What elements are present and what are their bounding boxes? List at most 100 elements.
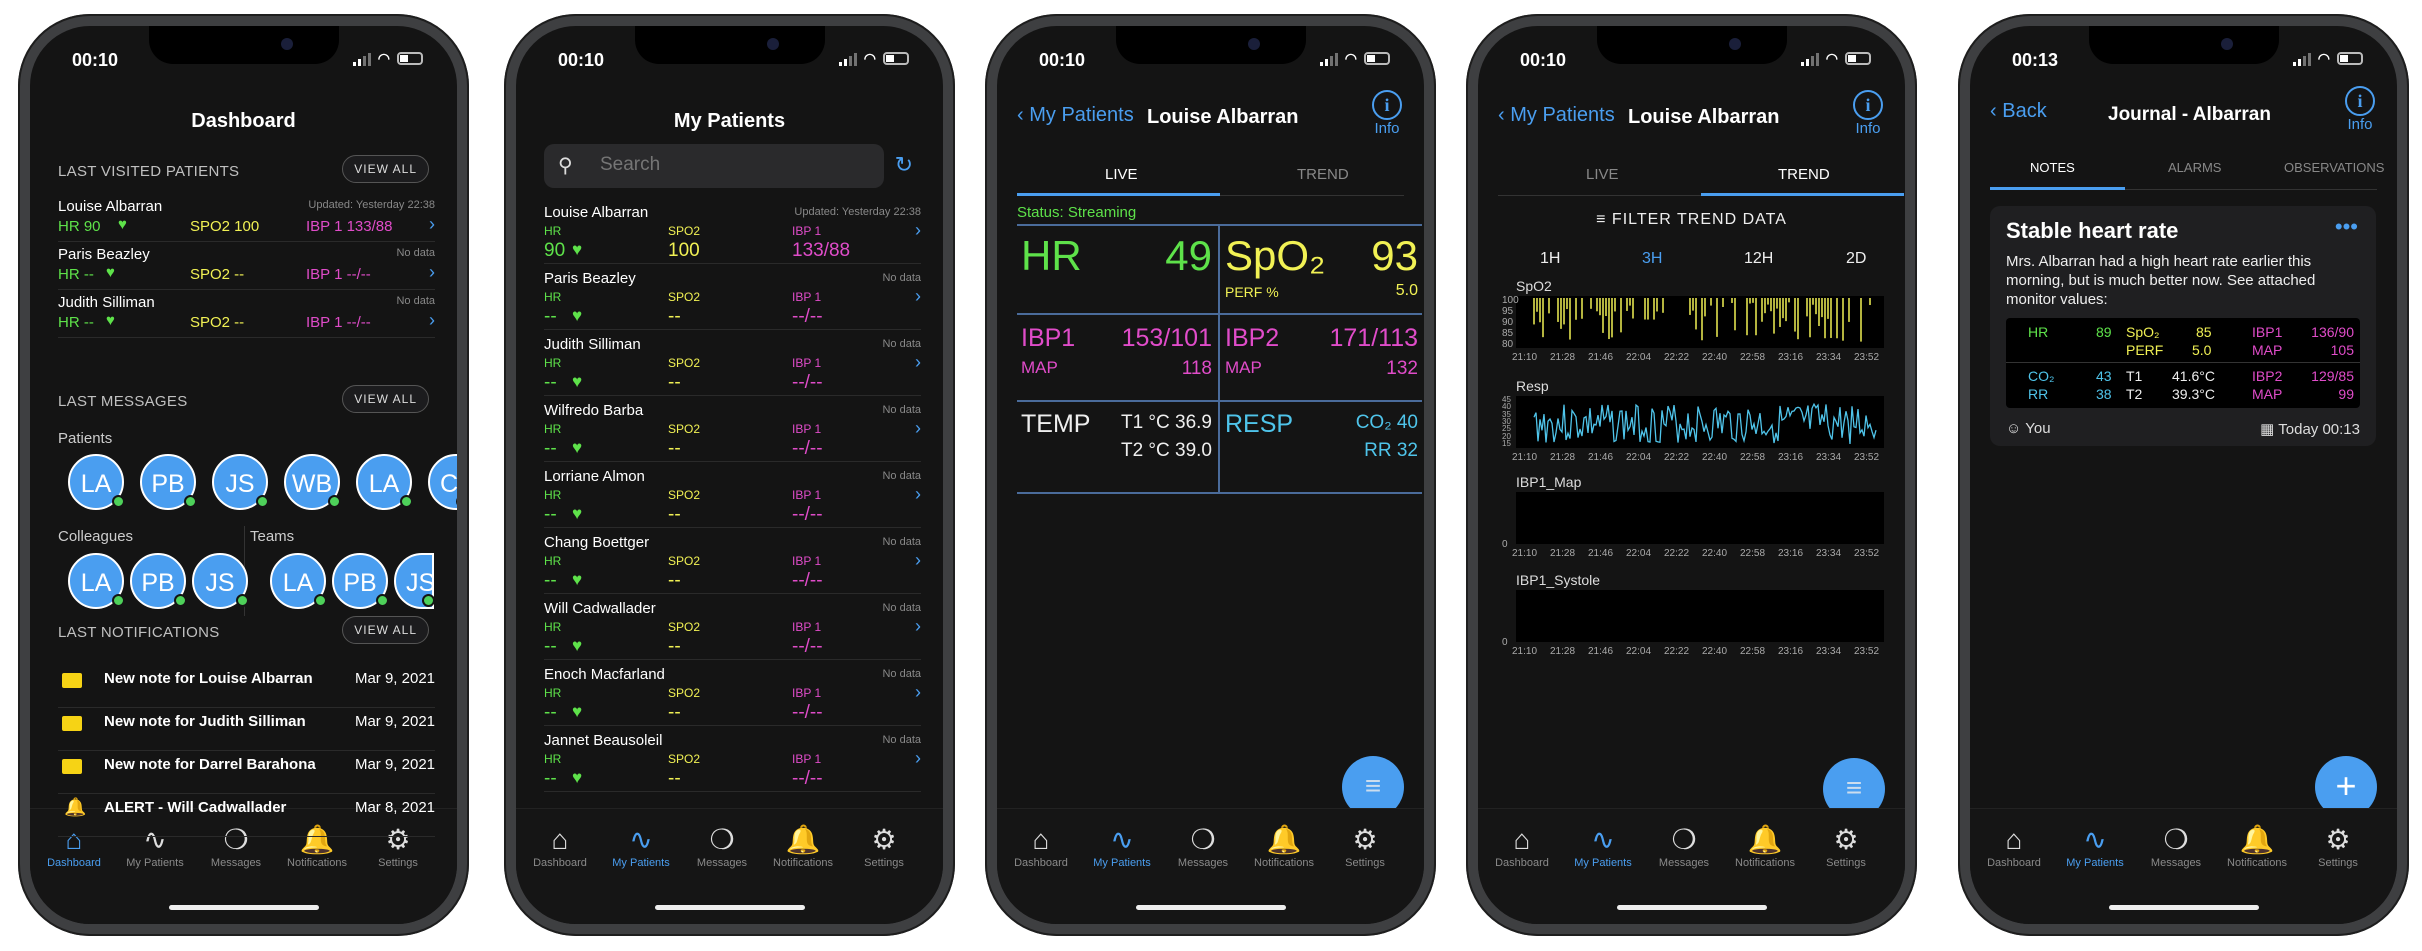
back-button[interactable]: ‹ Back [1990,100,2047,123]
tab-settings[interactable]: ⚙ Settings [1325,823,1405,869]
search-bar[interactable]: ⚲ [544,144,884,188]
back-button[interactable]: ‹ My Patients [1017,104,1134,127]
status-time: 00:10 [72,50,119,70]
signal-icon [352,52,371,66]
tab-messages[interactable]: ❍ Messages [682,823,762,869]
avatar[interactable]: JS [394,553,435,609]
avatar[interactable]: PB [130,553,187,609]
avatar[interactable]: LA [356,454,413,510]
signal-icon [1319,52,1338,66]
view-all-visited-button[interactable]: VIEW ALL [342,155,429,183]
patient-name: Paris Beazley [544,270,636,287]
tab-trend[interactable]: TREND [1297,166,1349,183]
notification-text: New note for Louise Albarran [104,670,313,687]
tab-my-patients[interactable]: ∿ My Patients [601,823,681,869]
tab-settings[interactable]: ⚙ Settings [2298,823,2378,869]
hr-value: HR -- [58,314,94,331]
refresh-icon[interactable]: ↻ [895,152,913,178]
patient-row[interactable]: Lorriane Almon No data HR SPO2 IBP 1 -- ♥ -- --/… [544,462,921,528]
tab-label: Dashboard [1495,857,1549,869]
back-button[interactable]: ‹ My Patients [1498,104,1615,127]
tab-notifications[interactable]: 🔔 Notifications [1244,823,1324,869]
signal-icon [2292,52,2311,66]
patient-row[interactable]: Wilfredo Barba No data HR SPO2 IBP 1 -- ♥ -- --/… [544,396,921,462]
tab-messages[interactable]: ❍ Messages [2136,823,2216,869]
snap-t1-label: T1 [2126,368,2143,384]
patient-row[interactable]: Judith Silliman No data HR SPO2 IBP 1 -- ♥ -- --… [544,330,921,396]
tab-dashboard[interactable]: ⌂ Dashboard [1974,823,2054,869]
avatar[interactable]: LA [68,454,125,510]
gear-icon: ⚙ [2325,824,2351,855]
patient-name: Will Cadwallader [544,600,656,617]
avatar[interactable]: JS [192,553,249,609]
filter-button[interactable]: ≡ FILTER TREND DATA [1478,211,1905,229]
range-1h[interactable]: 1H [1540,250,1560,268]
search-input[interactable] [600,154,850,176]
notification-row[interactable]: New note for Louise Albarran Mar 9, 2021 [58,666,435,708]
tab-my-patients[interactable]: ∿ My Patients [2055,823,2135,869]
avatar[interactable]: C [428,454,457,510]
patient-row[interactable]: Chang Boettger No data HR SPO2 IBP 1 -- ♥ -- --/… [544,528,921,594]
notification-row[interactable]: New note for Darrel Barahona Mar 9, 2021 [58,752,435,794]
status-time: 00:10 [558,50,605,70]
tab-my-patients[interactable]: ∿ My Patients [1082,823,1162,869]
patient-row[interactable]: Will Cadwallader No data HR SPO2 IBP 1 -- ♥ -- -… [544,594,921,660]
heart-icon: ♥ [106,264,115,281]
tab-notes[interactable]: NOTES [2030,160,2075,175]
tab-notifications[interactable]: 🔔 Notifications [1725,823,1805,869]
range-3h[interactable]: 3H [1642,250,1662,268]
avatar-initials: LA [368,470,400,498]
avatar[interactable]: PB [332,553,389,609]
patient-row[interactable]: Louise Albarran Updated: Yesterday 22:38 H… [544,198,921,264]
view-all-messages-button[interactable]: VIEW ALL [342,385,429,413]
tab-observations[interactable]: OBSERVATIONS [2284,160,2384,175]
range-12h[interactable]: 12H [1744,250,1773,268]
tab-messages[interactable]: ❍ Messages [1163,823,1243,869]
tab-dashboard[interactable]: ⌂ Dashboard [520,823,600,869]
tab-live[interactable]: LIVE [1105,166,1138,183]
visited-patient-row[interactable]: Louise Albarran Updated: Yesterday 22:38 H… [58,194,435,242]
tab-notifications[interactable]: 🔔 Notifications [2217,823,2297,869]
tab-messages[interactable]: ❍ Messages [1644,823,1724,869]
tab-my-patients[interactable]: ∿ My Patients [1563,823,1643,869]
teams-label: Teams [250,528,295,545]
tab-alarms[interactable]: ALARMS [2168,160,2221,175]
tab-label: Settings [864,857,904,869]
spo2-value: SPO2 100 [190,218,260,235]
patient-row[interactable]: Enoch Macfarland No data HR SPO2 IBP 1 -- ♥ -- -… [544,660,921,726]
signal-icon [1800,52,1819,66]
tab-settings[interactable]: ⚙ Settings [1806,823,1886,869]
page-title: Journal - Albarran [2108,104,2271,125]
tab-dashboard[interactable]: ⌂ Dashboard [1482,823,1562,869]
y-tick-label: 0 [1502,539,1508,550]
notification-row[interactable]: 🔔 ALERT - Will Cadwallader Mar 8, 2021 [58,795,435,837]
no-data-text: No data [882,602,921,614]
patient-row[interactable]: Paris Beazley No data HR SPO2 IBP 1 -- ♥ -- --/-… [544,264,921,330]
tab-notifications[interactable]: 🔔 Notifications [763,823,843,869]
tab-settings[interactable]: ⚙ Settings [844,823,924,869]
spo2-label: SpO₂ [1225,232,1326,279]
patient-row[interactable]: Jannet Beausoleil No data HR SPO2 IBP 1 -- ♥ --… [544,726,921,792]
more-icon[interactable]: ••• [2335,214,2358,240]
note-card[interactable]: Stable heart rate ••• Mrs. Albarran had … [1990,206,2376,446]
info-button[interactable]: i Info [2345,86,2375,133]
avatar[interactable]: PB [140,454,197,510]
hr-label: HR [544,356,562,370]
avatar[interactable]: LA [270,553,327,609]
tab-trend[interactable]: TREND [1778,166,1830,183]
tab-dashboard[interactable]: ⌂ Dashboard [1001,823,1081,869]
view-all-notifications-button[interactable]: VIEW ALL [342,616,429,644]
visited-patient-row[interactable]: Judith Silliman No data HR -- ♥ SPO2 -- IBP 1… [58,290,435,338]
info-button[interactable]: i Info [1853,90,1883,137]
info-button[interactable]: i Info [1372,90,1402,137]
visited-patient-row[interactable]: Paris Beazley No data HR -- ♥ SPO2 -- IBP 1 -… [58,242,435,290]
tab-live[interactable]: LIVE [1586,166,1619,183]
range-2d[interactable]: 2D [1846,250,1866,268]
notification-row[interactable]: New note for Judith Silliman Mar 9, 2021 [58,709,435,751]
avatar[interactable]: LA [68,553,125,609]
avatar[interactable]: JS [212,454,269,510]
spo2-label: SPO2 [668,686,701,700]
spo2-value: -- [668,636,681,657]
tab-label: Messages [696,857,748,869]
avatar[interactable]: WB [284,454,341,510]
